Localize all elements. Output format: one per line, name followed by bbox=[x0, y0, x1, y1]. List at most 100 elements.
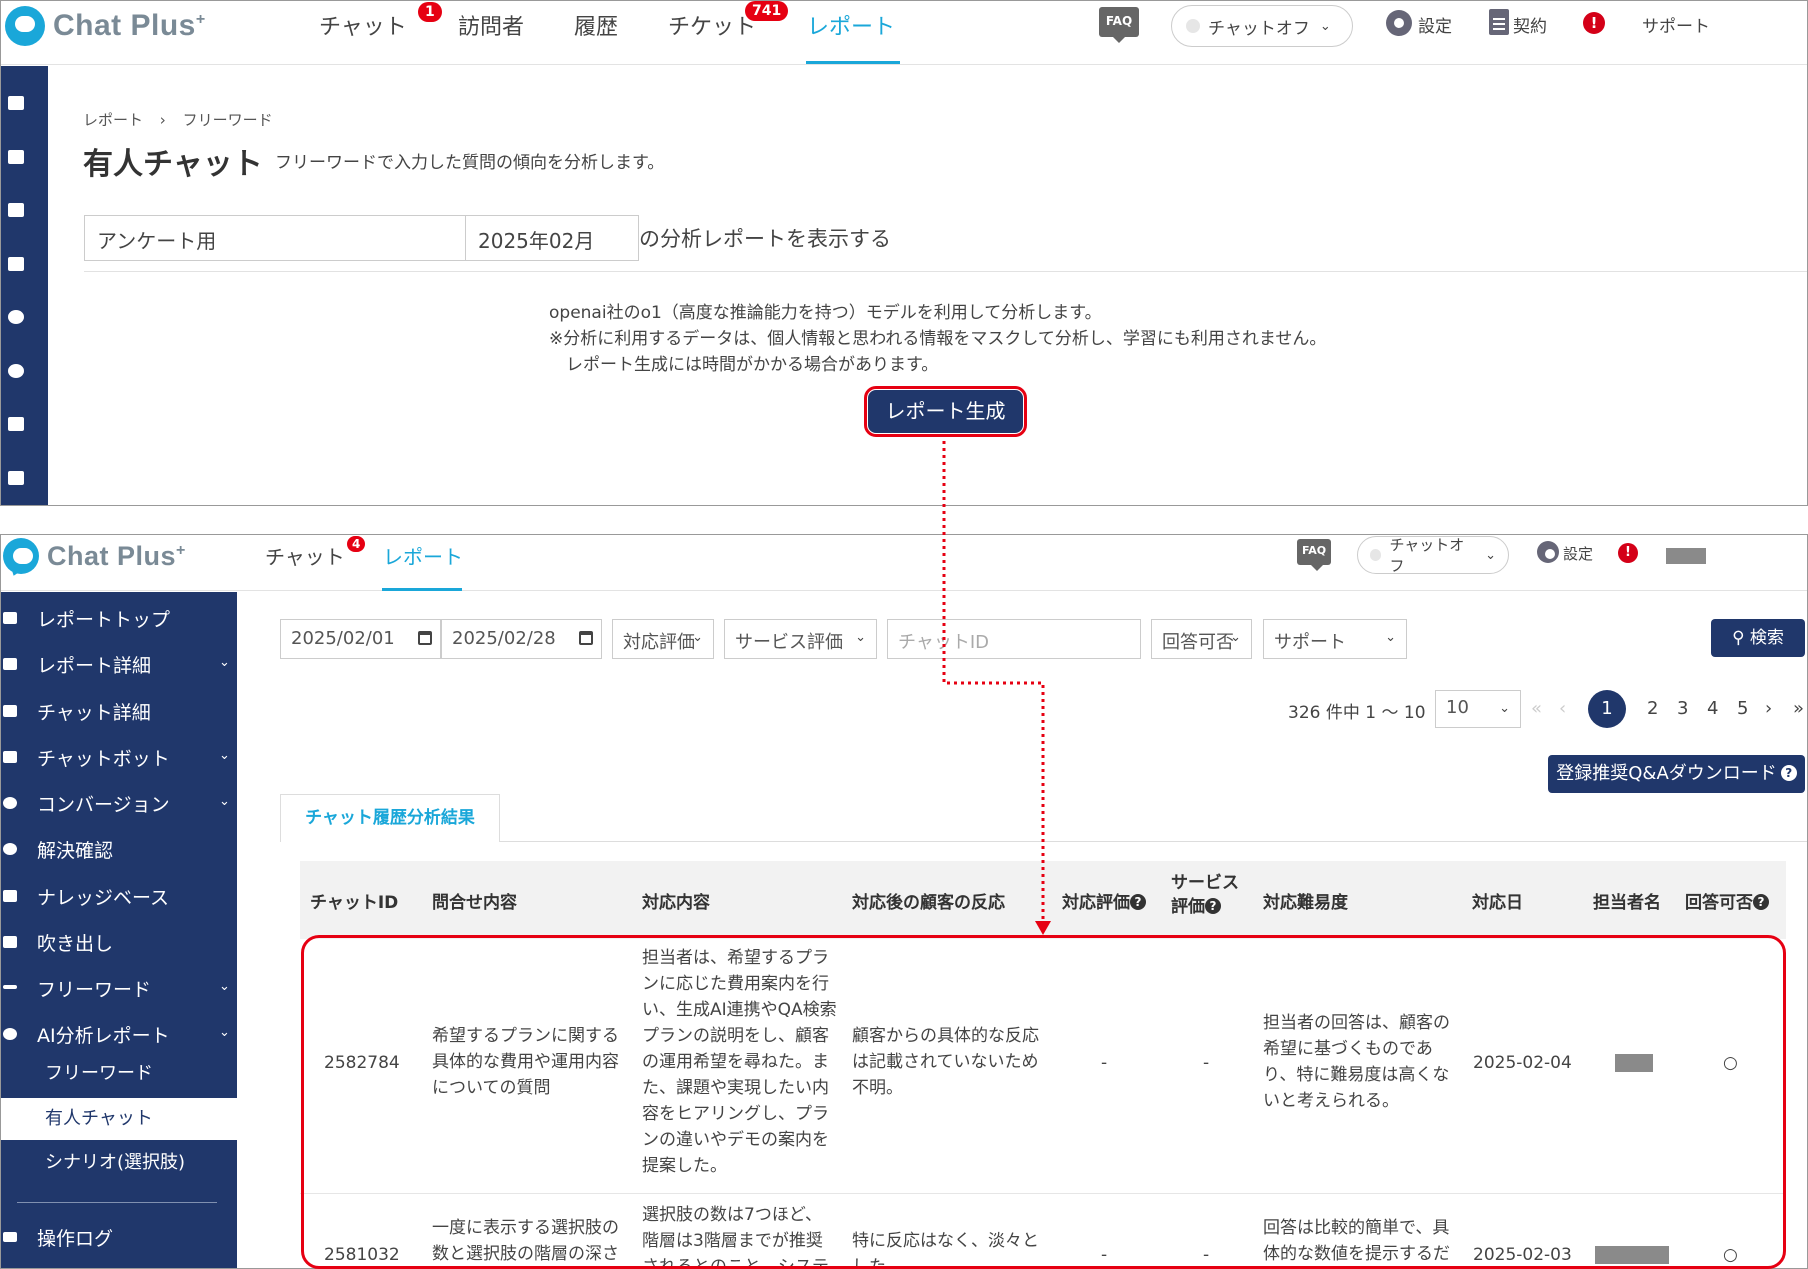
sidebar-subitem-staffed-chat[interactable]: 有人チャット bbox=[1, 1098, 237, 1140]
nav-report[interactable]: レポート bbox=[807, 9, 895, 41]
chevron-down-icon: ⌄ bbox=[219, 748, 230, 763]
balloon-icon[interactable] bbox=[8, 471, 24, 485]
redacted-username bbox=[1666, 548, 1706, 564]
survey-select[interactable]: アンケート用 bbox=[84, 215, 466, 261]
nav-report[interactable]: レポート bbox=[383, 541, 463, 570]
page-link[interactable]: 3 bbox=[1677, 698, 1688, 719]
sidebar-item-resolution[interactable]: 解決確認 bbox=[1, 836, 237, 866]
per-page-select[interactable]: 10 ⌄ bbox=[1435, 690, 1521, 728]
tab-chat-history-analysis[interactable]: チャット履歴分析結果 bbox=[280, 794, 500, 842]
sidebar-item-label: ナレッジベース bbox=[37, 887, 170, 909]
chat-id-input[interactable]: チャットID bbox=[887, 619, 1141, 659]
page-prev[interactable]: ‹ bbox=[1559, 698, 1566, 719]
help-icon[interactable]: ? bbox=[1753, 894, 1769, 910]
notice-text: openai社のo1（高度な推論能力を持つ）モデルを利用して分析します。 ※分析… bbox=[549, 300, 1326, 378]
service-eval-select[interactable]: サービス評価 ⌄ bbox=[724, 619, 877, 659]
help-icon[interactable]: ? bbox=[1130, 894, 1146, 910]
page-next[interactable]: › bbox=[1765, 698, 1772, 719]
page-last[interactable]: » bbox=[1793, 698, 1804, 719]
sidebar-item-knowledge[interactable]: ナレッジベース bbox=[1, 883, 237, 913]
calendar-icon bbox=[418, 631, 432, 645]
chat-status-toggle[interactable]: チャットオフ ⌄ bbox=[1357, 536, 1509, 575]
breadcrumb-root[interactable]: レポート bbox=[83, 111, 143, 129]
download-qa-button[interactable]: 登録推奨Q&Aダウンロード? bbox=[1548, 755, 1805, 793]
month-select[interactable]: 2025年02月 bbox=[465, 215, 639, 261]
page-current[interactable]: 1 bbox=[1588, 690, 1626, 728]
eval-select-label: 対応評価 bbox=[623, 632, 695, 653]
col-chat-id: チャットID bbox=[310, 893, 399, 913]
star-icon bbox=[3, 797, 17, 809]
generate-report-button[interactable]: レポート生成 bbox=[864, 386, 1027, 437]
settings-link[interactable]: 設定 bbox=[1418, 12, 1452, 37]
logo-text: Chat Plus bbox=[53, 9, 196, 42]
nav-tickets[interactable]: チケット bbox=[668, 9, 756, 41]
sidebar-item-label: 吹き出し bbox=[37, 933, 114, 955]
chatplus-logo[interactable]: Chat Plus+ bbox=[3, 538, 186, 574]
chevron-down-icon: ⌄ bbox=[1230, 630, 1241, 645]
nav-chat[interactable]: チャット bbox=[265, 541, 345, 570]
chat-status-toggle[interactable]: チャットオフ ⌄ bbox=[1171, 5, 1353, 47]
chart-icon[interactable] bbox=[8, 150, 24, 164]
alert-icon[interactable]: ! bbox=[1618, 543, 1638, 563]
answerable-select[interactable]: 回答可否 ⌄ bbox=[1151, 619, 1252, 659]
sidebar-item-report-top[interactable]: レポートトップ bbox=[1, 605, 237, 635]
page-first[interactable]: « bbox=[1531, 698, 1542, 719]
notice-line: ※分析に利用するデータは、個人情報と思われる情報をマスクして分析し、学習にも利用… bbox=[549, 329, 1327, 349]
dashboard-icon bbox=[3, 612, 17, 624]
book-icon[interactable] bbox=[8, 417, 24, 431]
sidebar-item-ai-report[interactable]: AI分析レポート ⌄ bbox=[1, 1021, 237, 1051]
sidebar-item-label: レポートトップ bbox=[37, 609, 171, 631]
eval-select[interactable]: 対応評価 ⌄ bbox=[612, 619, 714, 659]
document-icon[interactable] bbox=[1489, 9, 1509, 35]
chat-icon[interactable] bbox=[8, 203, 24, 217]
sidebar-item-operation-log[interactable]: 操作ログ bbox=[1, 1224, 237, 1254]
chart-icon bbox=[3, 658, 17, 670]
sidebar-subitem-label: フリーワード bbox=[45, 1063, 153, 1084]
chevron-down-icon: ⌄ bbox=[855, 630, 866, 645]
alert-icon[interactable]: ! bbox=[1583, 12, 1605, 34]
status-dot-icon bbox=[1370, 549, 1382, 561]
faq-icon[interactable]: FAQ bbox=[1297, 539, 1331, 571]
page-link[interactable]: 5 bbox=[1737, 698, 1748, 719]
settings-link[interactable]: 設定 bbox=[1563, 543, 1593, 564]
col-staff: 担当者名 bbox=[1593, 893, 1661, 913]
nav-visitors[interactable]: 訪問者 bbox=[458, 9, 524, 41]
support-link[interactable]: サポート bbox=[1642, 12, 1710, 37]
nav-history[interactable]: 履歴 bbox=[574, 9, 618, 41]
sidebar-subitem-freeword[interactable]: フリーワード bbox=[1, 1054, 237, 1094]
date-to-input[interactable]: 2025/02/28 bbox=[441, 619, 602, 659]
page-link[interactable]: 4 bbox=[1707, 698, 1718, 719]
sidebar-item-freeword[interactable]: フリーワード ⌄ bbox=[1, 975, 237, 1005]
sidebar-subitem-scenario[interactable]: シナリオ(選択肢) bbox=[1, 1143, 237, 1183]
support-select[interactable]: サポート ⌄ bbox=[1263, 619, 1407, 659]
dashboard-icon[interactable] bbox=[8, 96, 24, 110]
sidebar-item-label: チャット詳細 bbox=[37, 702, 151, 724]
sidebar-item-chatbot[interactable]: チャットボット ⌄ bbox=[1, 744, 237, 774]
faq-icon[interactable]: FAQ bbox=[1099, 7, 1139, 43]
sidebar-item-label: 操作ログ bbox=[37, 1228, 114, 1250]
answerable-label: 回答可否 bbox=[1162, 632, 1234, 653]
sidebar-item-conversion[interactable]: コンバージョン ⌄ bbox=[1, 790, 237, 820]
search-icon: ⚲ bbox=[1732, 628, 1745, 648]
bot-icon bbox=[3, 751, 17, 763]
help-icon[interactable]: ? bbox=[1205, 898, 1221, 914]
chat-badge: 4 bbox=[347, 536, 366, 552]
bulb-icon[interactable] bbox=[8, 364, 24, 378]
chatplus-logo[interactable]: Chat Plus+ bbox=[5, 6, 206, 46]
sidebar-item-balloon[interactable]: 吹き出し bbox=[1, 929, 237, 959]
star-icon[interactable] bbox=[8, 310, 24, 324]
nav-chat[interactable]: チャット bbox=[319, 9, 407, 41]
sidebar-item-chat-detail[interactable]: チャット詳細 bbox=[1, 698, 237, 728]
contract-link[interactable]: 契約 bbox=[1513, 12, 1547, 37]
sidebar-item-label: フリーワード bbox=[37, 979, 152, 1001]
page-link[interactable]: 2 bbox=[1647, 698, 1658, 719]
search-button[interactable]: ⚲ 検索 bbox=[1711, 619, 1805, 657]
date-from-input[interactable]: 2025/02/01 bbox=[280, 619, 441, 659]
gear-icon[interactable] bbox=[1386, 10, 1412, 36]
date-from-value: 2025/02/01 bbox=[291, 628, 395, 649]
service-eval-label: サービス評価 bbox=[735, 632, 843, 653]
bot-icon[interactable] bbox=[8, 257, 24, 271]
sidebar-item-report-detail[interactable]: レポート詳細 ⌄ bbox=[1, 651, 237, 681]
report-settings-screen: Chat Plus+ チャット 1 訪問者 履歴 チケット 741 レポート F… bbox=[0, 0, 1808, 506]
gear-icon[interactable] bbox=[1537, 541, 1559, 563]
